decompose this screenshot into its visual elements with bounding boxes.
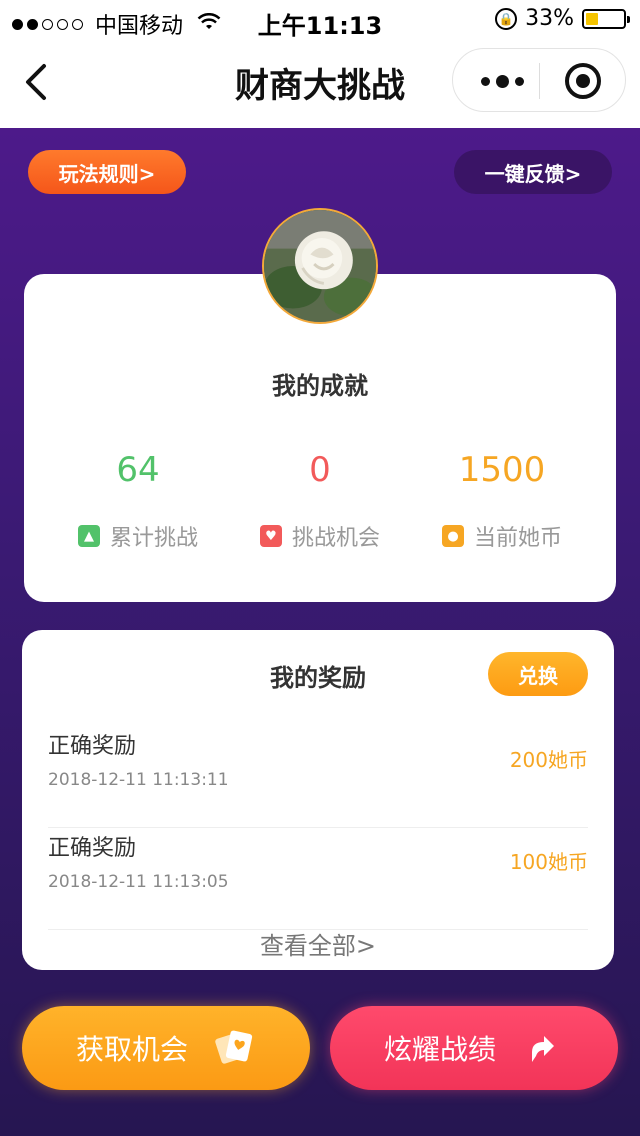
reward-item-amount: 200她币 (509, 748, 588, 772)
reward-item-title: 正确奖励 (48, 836, 137, 861)
reward-item-amount: 100她币 (509, 850, 588, 874)
heart-icon: ♥ (259, 525, 282, 547)
battery-icon (582, 8, 630, 29)
rotation-lock-icon: 🔒 (495, 7, 518, 30)
feedback-button[interactable]: 一键反馈> (454, 150, 612, 194)
stat-total-challenges: 64 ▲ 累计挑战 (40, 450, 236, 552)
coin-icon: ● (441, 525, 464, 547)
list-item[interactable]: 正确奖励 2018-12-11 11:13:05 100她币 (48, 830, 588, 930)
avatar[interactable] (262, 208, 378, 324)
share-arrow-icon (520, 1026, 564, 1070)
stat-current-coins: 1500 ● 当前她币 (404, 450, 600, 552)
mini-program-capsule (452, 48, 626, 112)
status-bar: 中国移动 上午11:13 🔒 33% (0, 0, 640, 40)
achievement-title: 我的成就 (272, 372, 368, 400)
reward-item-title: 正确奖励 (48, 734, 137, 759)
view-all-link[interactable]: 查看全部> (22, 926, 614, 961)
stat-value: 1500 (458, 450, 546, 490)
capsule-divider (539, 63, 540, 99)
reward-card: 我的奖励 兑换 正确奖励 2018-12-11 11:13:11 200她币 正… (22, 630, 614, 970)
stat-label: 挑战机会 (291, 526, 380, 551)
battery-fill (586, 12, 598, 25)
battery-percentage: 33% (525, 6, 574, 31)
share-record-button[interactable]: 炫耀战绩 (330, 1006, 618, 1090)
rose-photo-avatar (264, 210, 376, 322)
stat-label: 累计挑战 (109, 526, 198, 551)
exchange-button[interactable]: 兑换 (488, 652, 588, 696)
get-chance-button[interactable]: 获取机会 (22, 1006, 310, 1090)
reward-item-date: 2018-12-11 11:13:11 (48, 770, 229, 790)
rules-button[interactable]: 玩法规则> (28, 150, 186, 194)
reward-item-date: 2018-12-11 11:13:05 (48, 872, 229, 892)
main-content: 玩法规则> 一键反馈> 我的成就 64 ▲ 累计挑战 0 ♥ 挑战机会 1500… (0, 128, 640, 1136)
stat-value: 64 (116, 450, 160, 490)
triangle-icon: ▲ (77, 525, 100, 547)
more-dots-icon[interactable] (481, 69, 531, 93)
get-chance-label: 获取机会 (75, 1033, 188, 1066)
cards-icon (212, 1026, 256, 1070)
stat-value: 0 (309, 450, 331, 490)
stat-challenge-chances: 0 ♥ 挑战机会 (222, 450, 418, 552)
stat-label: 当前她币 (473, 526, 562, 551)
nav-bar: 财商大挑战 (0, 40, 640, 128)
close-target-icon[interactable] (565, 63, 601, 99)
share-label: 炫耀战绩 (383, 1033, 496, 1066)
list-item[interactable]: 正确奖励 2018-12-11 11:13:11 200她币 (48, 728, 588, 828)
